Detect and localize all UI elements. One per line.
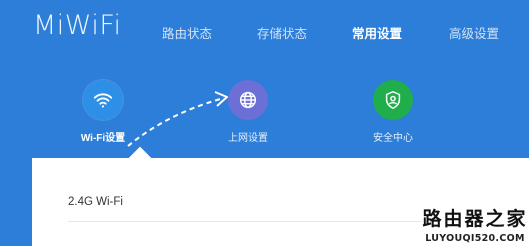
globe-icon xyxy=(228,80,268,120)
internet-settings-label: 上网设置 xyxy=(228,133,268,144)
security-center-label: 安全中心 xyxy=(373,133,413,144)
wifi-icon xyxy=(83,80,123,120)
panel-pointer xyxy=(128,146,152,170)
nav-common-settings[interactable]: 常用设置 xyxy=(352,23,402,42)
shield-user-icon xyxy=(373,80,413,120)
wifi-settings-label: Wi-Fi设置 xyxy=(80,133,126,144)
watermark-title: 路由器之家 xyxy=(422,209,528,230)
feature-internet-settings[interactable]: 上网设置 xyxy=(203,80,293,144)
feature-security-center[interactable]: 安全中心 xyxy=(348,80,438,144)
top-navigation-bar: MiWiFi 路由状态 存储状态 常用设置 高级设置 xyxy=(0,0,529,64)
panel-title-2g-wifi: 2.4G Wi-Fi xyxy=(68,196,123,208)
nav-storage-status[interactable]: 存储状态 xyxy=(257,23,307,42)
miwifi-logo[interactable]: MiWiFi xyxy=(33,10,121,41)
site-watermark: 路由器之家 LUYOUQI520.COM xyxy=(421,200,529,246)
watermark-url: LUYOUQI520.COM xyxy=(425,233,525,244)
feature-wifi-settings[interactable]: Wi-Fi设置 xyxy=(58,80,148,144)
nav-advanced-settings[interactable]: 高级设置 xyxy=(449,23,499,42)
nav-router-status[interactable]: 路由状态 xyxy=(162,23,212,42)
